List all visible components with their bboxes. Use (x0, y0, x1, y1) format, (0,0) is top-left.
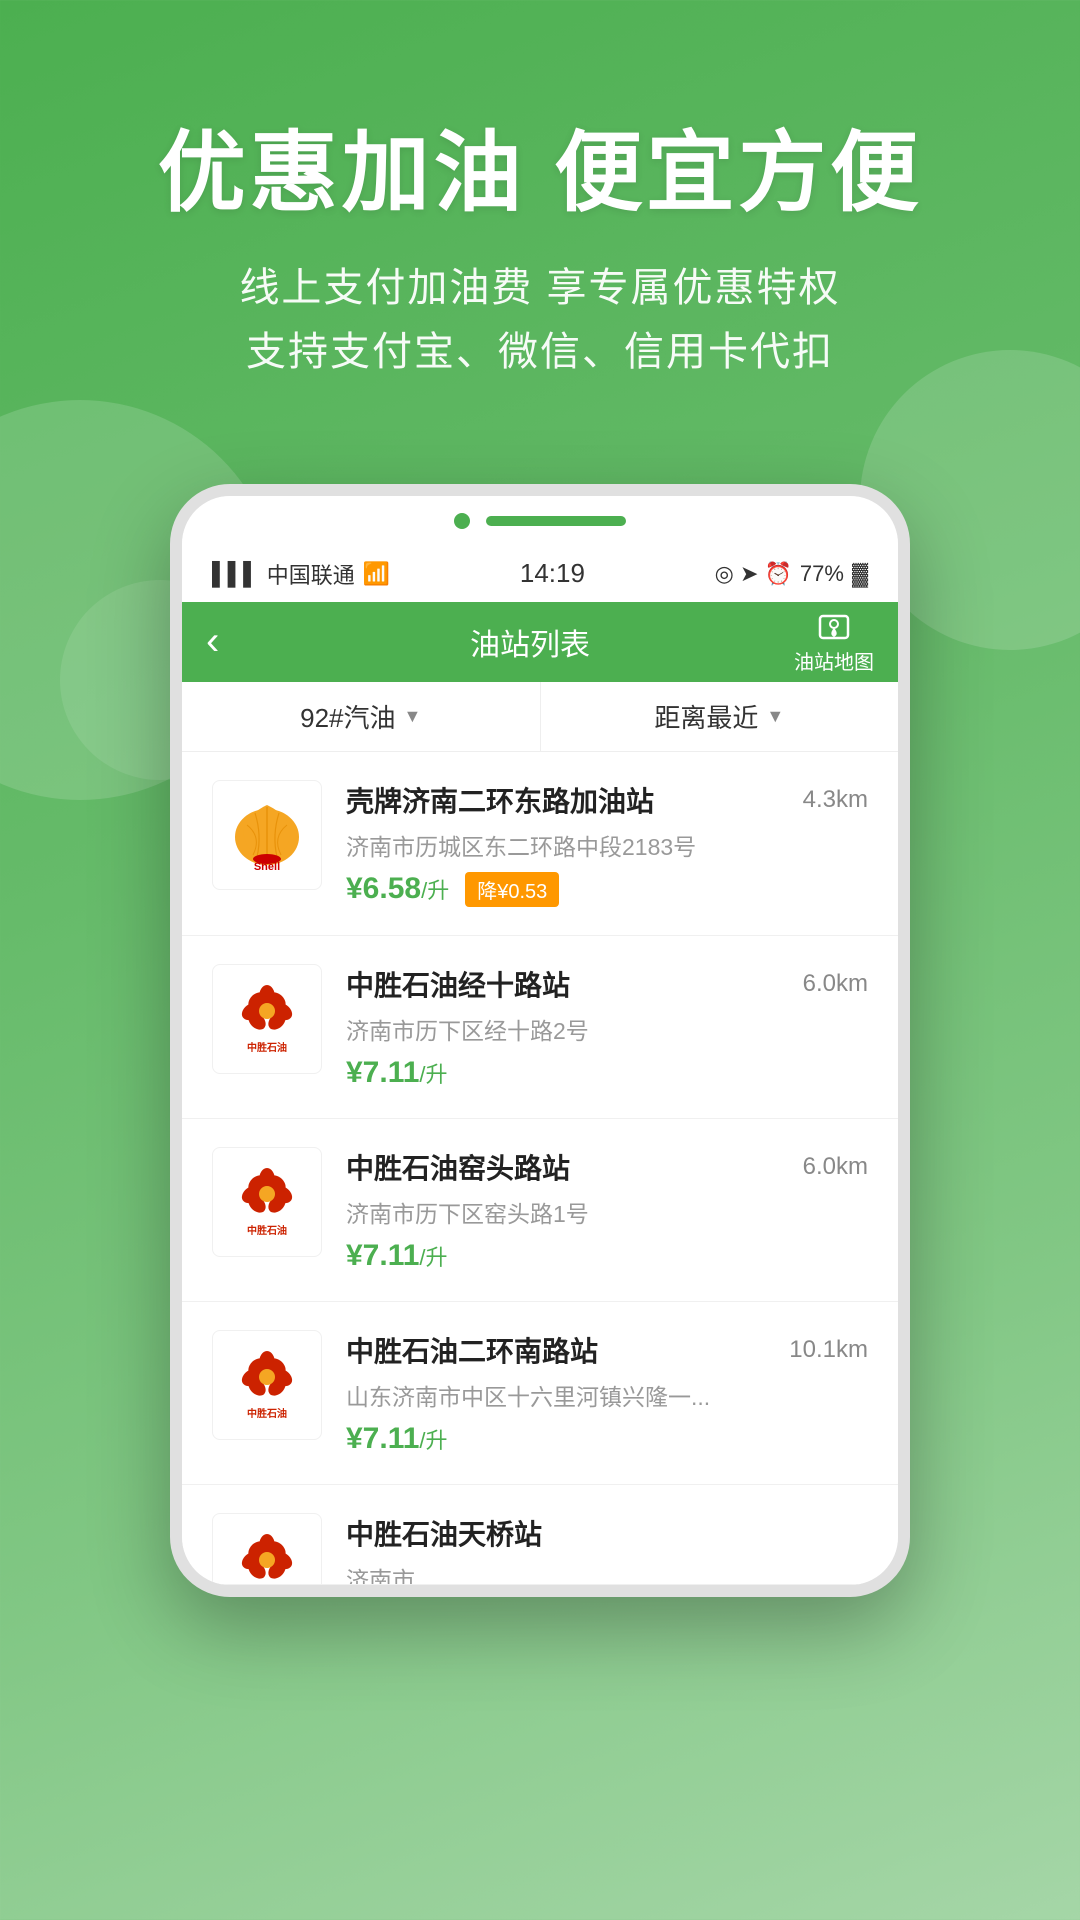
station-item-3[interactable]: 中胜石油 中胜石油窑头路站 6.0km 济南市历下区窑头路1号 ¥7.11/升 (182, 1119, 898, 1302)
station-item-4[interactable]: 中胜石油 中胜石油二环南路站 10.1km 山东济南市中区十六里河镇兴隆一...… (182, 1302, 898, 1485)
signal-icon: ▌▌▌ (212, 561, 259, 587)
wifi-icon: 📶 (363, 561, 390, 587)
station-item-5[interactable]: 中胜石油 中胜石油天桥站 济南市... (182, 1485, 898, 1585)
station-logo-4: 中胜石油 (212, 1330, 322, 1440)
shell-logo-svg: Shell (227, 795, 307, 875)
station-distance-4: 10.1km (789, 1336, 868, 1364)
carrier-name: 中国联通 (267, 558, 355, 590)
nav-title: 油站列表 (266, 620, 794, 664)
station-price-row-2: ¥7.11/升 (346, 1056, 868, 1090)
svg-text:中胜石油: 中胜石油 (247, 1041, 287, 1054)
map-label: 油站地图 (794, 646, 874, 675)
status-right: ◎ ➤ ⏰ 77% ▓ (715, 561, 868, 587)
hero-subtitle-line1: 线上支付加油费 享专属优惠特权 (60, 256, 1020, 320)
station-name-2: 中胜石油经十路站 6.0km (346, 964, 868, 1004)
zhongsheng-logo-4: 中胜石油 (227, 1345, 307, 1425)
hero-section: 优惠加油 便宜方便 线上支付加油费 享专属优惠特权 支持支付宝、微信、信用卡代扣 (0, 0, 1080, 444)
station-list: Shell 壳牌济南二环东路加油站 4.3km 济南市历城区东二环路中段2183… (182, 752, 898, 1585)
phone-mockup: ▌▌▌ 中国联通 📶 14:19 ◎ ➤ ⏰ 77% ▓ ‹ 油站列表 (170, 484, 910, 1597)
station-name-5: 中胜石油天桥站 (346, 1513, 868, 1553)
back-button[interactable]: ‹ (206, 619, 266, 664)
station-price-4: ¥7.11/升 (346, 1422, 448, 1456)
station-logo-2: 中胜石油 (212, 964, 322, 1074)
status-time: 14:19 (520, 558, 585, 589)
battery-icon: ▓ (852, 561, 868, 587)
station-logo-3: 中胜石油 (212, 1147, 322, 1257)
station-name-4: 中胜石油二环南路站 10.1km (346, 1330, 868, 1370)
station-price-3: ¥7.11/升 (346, 1239, 448, 1273)
sort-arrow: ▼ (766, 706, 784, 727)
svg-text:中胜石油: 中胜石油 (247, 1407, 287, 1420)
map-button[interactable]: 油站地图 (794, 608, 874, 675)
station-price-row-3: ¥7.11/升 (346, 1239, 868, 1273)
hero-subtitle-line2: 支持支付宝、微信、信用卡代扣 (60, 320, 1020, 384)
station-address-4: 山东济南市中区十六里河镇兴隆一... (346, 1378, 868, 1412)
discount-tag-1: 降¥0.53 (465, 872, 559, 907)
svg-text:中胜石油: 中胜石油 (247, 1224, 287, 1237)
back-icon: ‹ (206, 619, 219, 663)
zhongsheng-logo-3: 中胜石油 (227, 1162, 307, 1242)
station-price-row-4: ¥7.11/升 (346, 1422, 868, 1456)
station-item[interactable]: Shell 壳牌济南二环东路加油站 4.3km 济南市历城区东二环路中段2183… (182, 752, 898, 936)
notch-dot (454, 513, 470, 529)
hero-subtitle: 线上支付加油费 享专属优惠特权 支持支付宝、微信、信用卡代扣 (60, 256, 1020, 384)
station-info-2: 中胜石油经十路站 6.0km 济南市历下区经十路2号 ¥7.11/升 (346, 964, 868, 1090)
nav-bar: ‹ 油站列表 油站地图 (182, 602, 898, 682)
station-address-3: 济南市历下区窑头路1号 (346, 1195, 868, 1229)
map-icon (816, 608, 852, 644)
station-name-3: 中胜石油窑头路站 6.0km (346, 1147, 868, 1187)
battery-percent: 77% (800, 561, 844, 587)
zhongsheng-logo-5: 中胜石油 (227, 1528, 307, 1585)
station-distance-3: 6.0km (803, 1153, 868, 1181)
station-logo-5: 中胜石油 (212, 1513, 322, 1585)
svg-text:Shell: Shell (254, 861, 280, 873)
station-address-5: 济南市... (346, 1561, 868, 1585)
station-name-1: 壳牌济南二环东路加油站 4.3km (346, 780, 868, 820)
fuel-type-label: 92#汽油 (300, 698, 395, 735)
station-price-2: ¥7.11/升 (346, 1056, 448, 1090)
station-distance-1: 4.3km (803, 786, 868, 814)
station-info-3: 中胜石油窑头路站 6.0km 济南市历下区窑头路1号 ¥7.11/升 (346, 1147, 868, 1273)
station-item-2[interactable]: 中胜石油 中胜石油经十路站 6.0km 济南市历下区经十路2号 ¥7.11/升 (182, 936, 898, 1119)
hero-title: 优惠加油 便宜方便 (60, 120, 1020, 226)
phone-container: ▌▌▌ 中国联通 📶 14:19 ◎ ➤ ⏰ 77% ▓ ‹ 油站列表 (0, 484, 1080, 1597)
station-address-1: 济南市历城区东二环路中段2183号 (346, 828, 868, 862)
filter-bar: 92#汽油 ▼ 距离最近 ▼ (182, 682, 898, 752)
station-info-5: 中胜石油天桥站 济南市... (346, 1513, 868, 1585)
station-logo-shell: Shell (212, 780, 322, 890)
station-price-row-1: ¥6.58/升 降¥0.53 (346, 872, 868, 907)
station-distance-2: 6.0km (803, 970, 868, 998)
status-left: ▌▌▌ 中国联通 📶 (212, 558, 390, 590)
location-icon: ◎ ➤ ⏰ (715, 561, 792, 587)
fuel-type-filter[interactable]: 92#汽油 ▼ (182, 682, 541, 751)
station-info-1: 壳牌济南二环东路加油站 4.3km 济南市历城区东二环路中段2183号 ¥6.5… (346, 780, 868, 907)
sort-filter[interactable]: 距离最近 ▼ (541, 682, 899, 751)
fuel-type-arrow: ▼ (404, 706, 422, 727)
zhongsheng-logo-2: 中胜石油 (227, 979, 307, 1059)
station-info-4: 中胜石油二环南路站 10.1km 山东济南市中区十六里河镇兴隆一... ¥7.1… (346, 1330, 868, 1456)
station-address-2: 济南市历下区经十路2号 (346, 1012, 868, 1046)
sort-label: 距离最近 (654, 698, 758, 735)
phone-notch (182, 496, 898, 546)
status-bar: ▌▌▌ 中国联通 📶 14:19 ◎ ➤ ⏰ 77% ▓ (182, 546, 898, 602)
station-price-1: ¥6.58/升 (346, 872, 449, 906)
notch-bar (486, 516, 626, 526)
